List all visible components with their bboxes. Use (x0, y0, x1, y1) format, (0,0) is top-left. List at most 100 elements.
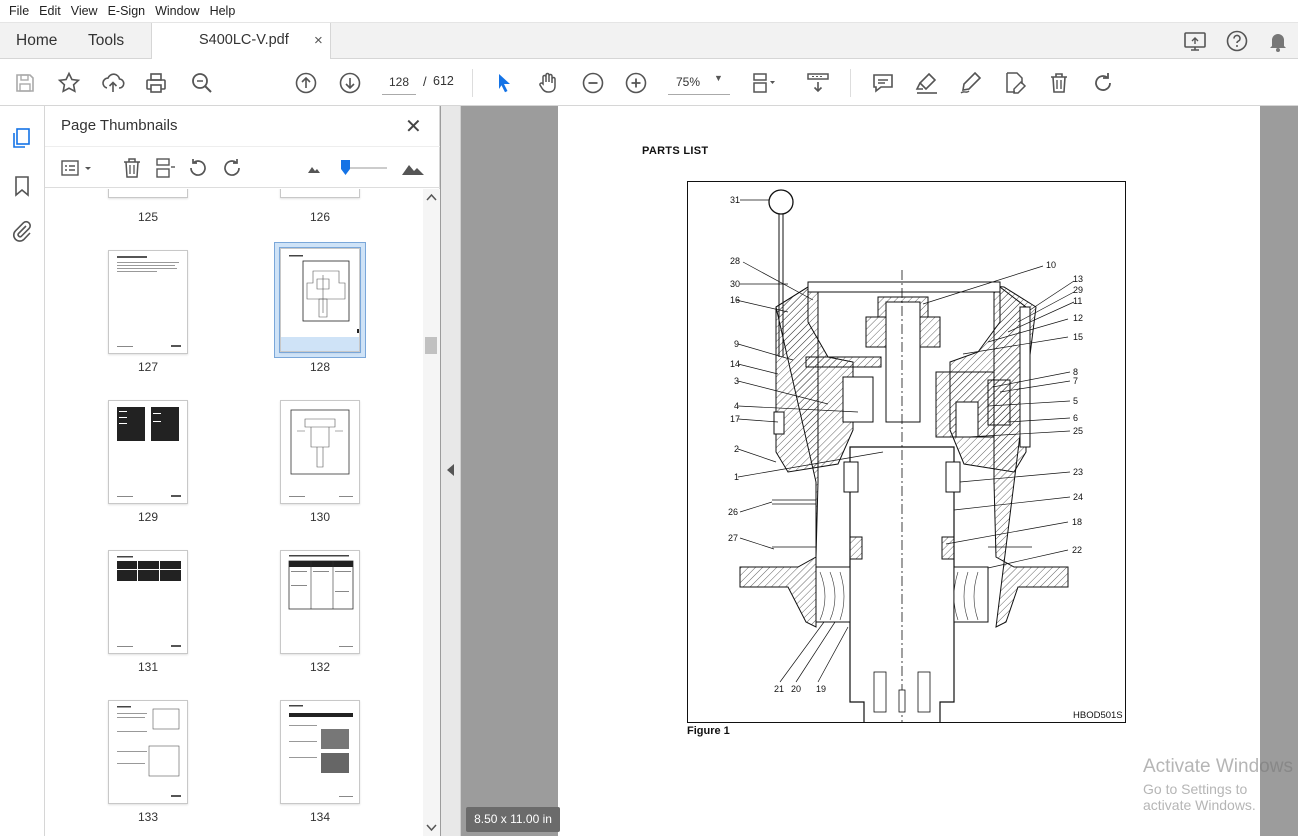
scrolling-mode-icon[interactable] (805, 70, 831, 96)
extract-page-icon[interactable] (154, 157, 176, 179)
page-thumbnail[interactable] (280, 400, 360, 504)
page-thumbnail[interactable] (108, 400, 188, 504)
swing-motor-cross-section-drawing: 31 28 30 16 9 14 3 4 17 2 1 26 27 21 20 … (728, 189, 1083, 722)
upload-cloud-icon[interactable] (100, 70, 126, 96)
menu-edit[interactable]: Edit (34, 0, 66, 23)
callout-label: 30 (730, 279, 740, 289)
page-thumbnail[interactable] (108, 250, 188, 354)
page-label: 131 (137, 660, 159, 674)
page-thumbnails-icon[interactable] (10, 126, 34, 150)
callout-label: 26 (728, 507, 738, 517)
callout-label: 31 (730, 195, 740, 205)
page-heading: PARTS LIST (642, 145, 709, 157)
callout-label: 14 (730, 359, 740, 369)
page-label-selected: 128 (309, 360, 331, 374)
print-icon[interactable] (143, 70, 169, 96)
callout-label: 1 (734, 472, 739, 482)
page-separator: / (423, 74, 427, 89)
options-menu-icon[interactable] (60, 157, 96, 179)
chevron-down-icon: ▼ (714, 73, 723, 83)
slider-handle[interactable] (341, 160, 350, 175)
next-page-icon[interactable] (337, 70, 363, 96)
scrollbar-thumb[interactable] (425, 337, 437, 354)
close-panel-icon[interactable]: ✕ (405, 114, 422, 139)
sign-pen-icon[interactable] (958, 70, 984, 96)
page-thumbnail[interactable] (108, 700, 188, 804)
edit-pdf-icon[interactable] (1002, 70, 1028, 96)
bookmark-star-icon[interactable] (56, 70, 82, 96)
callout-label: 22 (1072, 545, 1082, 555)
bookmarks-icon[interactable] (10, 174, 34, 198)
save-icon[interactable] (12, 70, 38, 96)
page-number-input[interactable] (382, 70, 416, 95)
page-thumbnail[interactable] (108, 189, 188, 198)
callout-label: 10 (1046, 260, 1056, 270)
close-tab-icon[interactable]: × (314, 23, 323, 58)
rotate-clockwise-icon[interactable] (221, 157, 243, 179)
tab-document[interactable]: S400LC-V.pdf × (151, 23, 331, 59)
tab-home[interactable]: Home (16, 23, 57, 58)
tab-tools[interactable]: Tools (88, 23, 124, 58)
page-thumbnail[interactable] (280, 700, 360, 804)
menu-window[interactable]: Window (150, 0, 204, 23)
callout-label: 28 (730, 256, 740, 266)
watermark-line-2: Go to Settings to activate Windows. (1143, 781, 1256, 813)
page-display-icon[interactable] (750, 70, 776, 96)
menu-help[interactable]: Help (205, 0, 241, 23)
highlight-pen-icon[interactable] (914, 70, 940, 96)
callout-label: 19 (816, 684, 826, 694)
menu-esign[interactable]: E-Sign (103, 0, 151, 23)
scroll-down-arrow[interactable] (423, 822, 440, 834)
page-thumbnail[interactable] (280, 189, 360, 198)
delete-page-icon[interactable] (121, 157, 143, 179)
callout-label: 2 (734, 444, 739, 454)
callout-label: 7 (1073, 376, 1078, 386)
viewport-background (1260, 106, 1298, 836)
callout-label: 9 (734, 339, 739, 349)
callout-label: 3 (734, 376, 739, 386)
toolbar-divider (850, 69, 851, 97)
callout-label: 23 (1073, 467, 1083, 477)
thumbnail-scrollbar[interactable] (423, 189, 440, 836)
document-tab-title: S400LC-V.pdf (199, 32, 289, 48)
thumbnail-list: 125 126 127 128 129 130 131 132 133 134 (45, 189, 423, 836)
collapse-panel-handle[interactable] (441, 106, 461, 836)
find-search-icon[interactable] (189, 70, 215, 96)
previous-page-icon[interactable] (293, 70, 319, 96)
notifications-bell-icon[interactable] (1265, 28, 1291, 54)
tab-bar: Home Tools S400LC-V.pdf × (0, 23, 1298, 59)
left-navigation-rail (0, 106, 45, 836)
figure-drawing: 31 28 30 16 9 14 3 4 17 2 1 26 27 21 20 … (687, 181, 1126, 723)
small-thumbnails-icon[interactable] (307, 157, 321, 179)
hand-pan-icon[interactable] (535, 70, 561, 96)
comment-icon[interactable] (870, 70, 896, 96)
callout-label: 21 (774, 684, 784, 694)
menu-view[interactable]: View (66, 0, 103, 23)
windows-activation-watermark: Activate Windows Go to Settings to activ… (1143, 756, 1298, 813)
callout-label: 15 (1073, 332, 1083, 342)
page-thumbnail[interactable] (108, 550, 188, 654)
thumbnail-toolbar (45, 146, 440, 188)
zoom-dropdown[interactable]: 75% ▼ (668, 70, 730, 95)
menu-file[interactable]: File (4, 0, 34, 23)
large-thumbnails-icon[interactable] (401, 157, 425, 179)
callout-label: 12 (1073, 313, 1083, 323)
watermark-line-1: Activate Windows (1143, 756, 1293, 777)
rotate-counterclockwise-icon[interactable] (187, 157, 209, 179)
callout-label: 27 (728, 533, 738, 543)
select-cursor-icon[interactable] (491, 70, 517, 96)
delete-trash-icon[interactable] (1046, 70, 1072, 96)
page-thumbnail-selected[interactable] (279, 247, 361, 353)
zoom-out-icon[interactable] (580, 70, 606, 96)
page-label: 129 (137, 510, 159, 524)
page-thumbnail[interactable] (280, 550, 360, 654)
share-screen-icon[interactable] (1182, 28, 1208, 54)
page-label: 134 (309, 810, 331, 824)
attachments-paperclip-icon[interactable] (10, 219, 34, 243)
zoom-in-icon[interactable] (623, 70, 649, 96)
scroll-up-arrow[interactable] (423, 191, 440, 203)
pdf-page[interactable]: PARTS LIST 31 28 30 16 9 14 3 4 17 2 1 2… (558, 106, 1260, 836)
rotate-clockwise-icon[interactable] (1090, 70, 1116, 96)
help-icon[interactable] (1224, 28, 1250, 54)
collapse-left-icon (447, 464, 454, 476)
